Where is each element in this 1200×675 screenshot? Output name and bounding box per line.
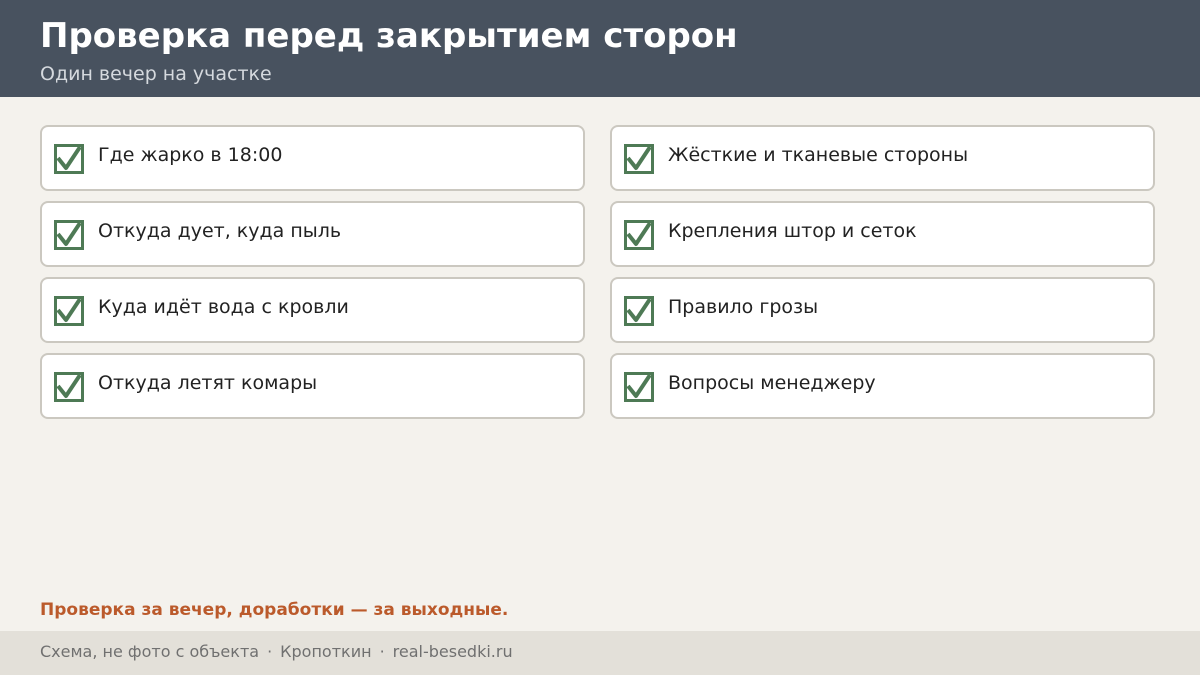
footer-disclaimer: Схема, не фото с объекта xyxy=(40,642,260,661)
checklist-item: Откуда дует, куда пыль xyxy=(40,201,585,267)
checklist-item-label: Откуда дует, куда пыль xyxy=(98,220,342,242)
checklist-item: Крепления штор и сеток xyxy=(610,201,1155,267)
checklist-item: Жёсткие и тканевые стороны xyxy=(610,125,1155,191)
checkbox-checked-icon xyxy=(624,144,654,174)
checkbox-checked-icon xyxy=(54,144,84,174)
checkbox-checked-icon xyxy=(624,296,654,326)
checkbox-checked-icon xyxy=(624,220,654,250)
checklist-item-label: Где жарко в 18:00 xyxy=(98,144,283,166)
checklist-item-label: Крепления штор и сеток xyxy=(668,220,917,242)
footer-note: Проверка за вечер, доработки — за выходн… xyxy=(40,600,509,620)
checklist-item-label: Куда идёт вода с кровли xyxy=(98,296,349,318)
checklist-item-label: Правило грозы xyxy=(668,296,819,318)
checkbox-checked-icon xyxy=(624,372,654,402)
checklist-item: Правило грозы xyxy=(610,277,1155,343)
checklist-item: Вопросы менеджеру xyxy=(610,353,1155,419)
checkbox-checked-icon xyxy=(54,296,84,326)
checklist-right-column: Жёсткие и тканевые стороны Крепления што… xyxy=(610,125,1155,429)
footer-city: Кропоткин xyxy=(280,642,372,661)
checklist-item: Куда идёт вода с кровли xyxy=(40,277,585,343)
footer-separator: · xyxy=(267,642,273,661)
checklist-item-label: Жёсткие и тканевые стороны xyxy=(668,144,969,166)
page-subtitle: Один вечер на участке xyxy=(40,63,272,85)
footer-website: real-besedki.ru xyxy=(392,642,513,661)
footer-separator: · xyxy=(379,642,385,661)
checkbox-checked-icon xyxy=(54,372,84,402)
footer-bar: Схема, не фото с объекта · Кропоткин · real-… xyxy=(0,631,1200,675)
page-title: Проверка перед закрытием сторон xyxy=(40,16,738,56)
checklist-item: Откуда летят комары xyxy=(40,353,585,419)
checklist-item-label: Откуда летят комары xyxy=(98,372,318,394)
checklist-left-column: Где жарко в 18:00 Откуда дует, куда пыль… xyxy=(40,125,585,429)
header: Проверка перед закрытием сторон Один веч… xyxy=(0,0,1200,97)
footer-credits: Схема, не фото с объекта · Кропоткин · real-… xyxy=(40,641,513,663)
checkbox-checked-icon xyxy=(54,220,84,250)
checklist-item-label: Вопросы менеджеру xyxy=(668,372,876,394)
checklist-item: Где жарко в 18:00 xyxy=(40,125,585,191)
